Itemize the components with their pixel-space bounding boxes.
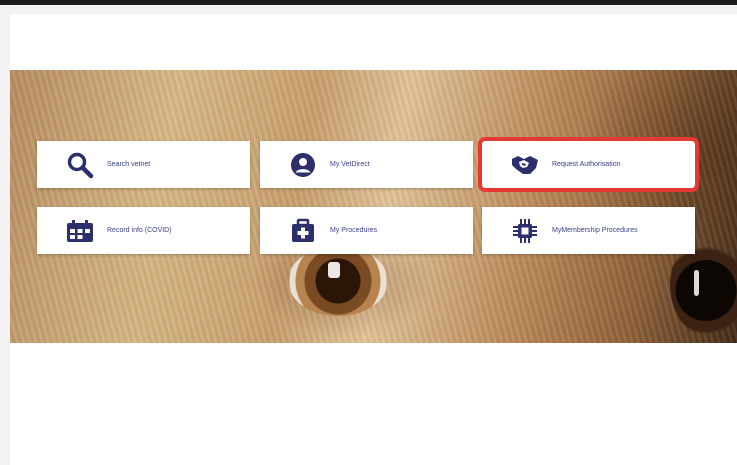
chip-icon [506, 218, 544, 244]
tile-search[interactable]: Search vetnet [37, 141, 250, 188]
handshake-icon [506, 153, 544, 177]
medical-bag-icon [284, 218, 322, 244]
tile-label: Request Authorisation [552, 161, 621, 168]
tile-mymembership-procedures[interactable]: MyMembership Procedures [482, 207, 695, 254]
page-content: Search vetnet My VetDirect Request Autho… [10, 14, 737, 465]
tile-label: My Procedures [330, 227, 378, 234]
tile-label: My VetDirect [330, 161, 370, 168]
tile-label: Search vetnet [107, 161, 151, 168]
top-bar [0, 0, 737, 5]
hero-banner: Search vetnet My VetDirect Request Autho… [10, 70, 737, 343]
tile-record-info[interactable]: Record info (COVID) [37, 207, 250, 254]
calendar-icon [61, 219, 99, 243]
hero-eye-left [288, 246, 388, 316]
tile-my-vetdirect[interactable]: My VetDirect [260, 141, 473, 188]
tile-my-procedures[interactable]: My Procedures [260, 207, 473, 254]
tile-request-authorisation[interactable]: Request Authorisation [478, 137, 699, 192]
user-circle-icon [284, 152, 322, 178]
tile-label: Record info (COVID) [107, 227, 172, 234]
search-icon [61, 151, 99, 179]
tile-label: MyMembership Procedures [552, 227, 638, 234]
